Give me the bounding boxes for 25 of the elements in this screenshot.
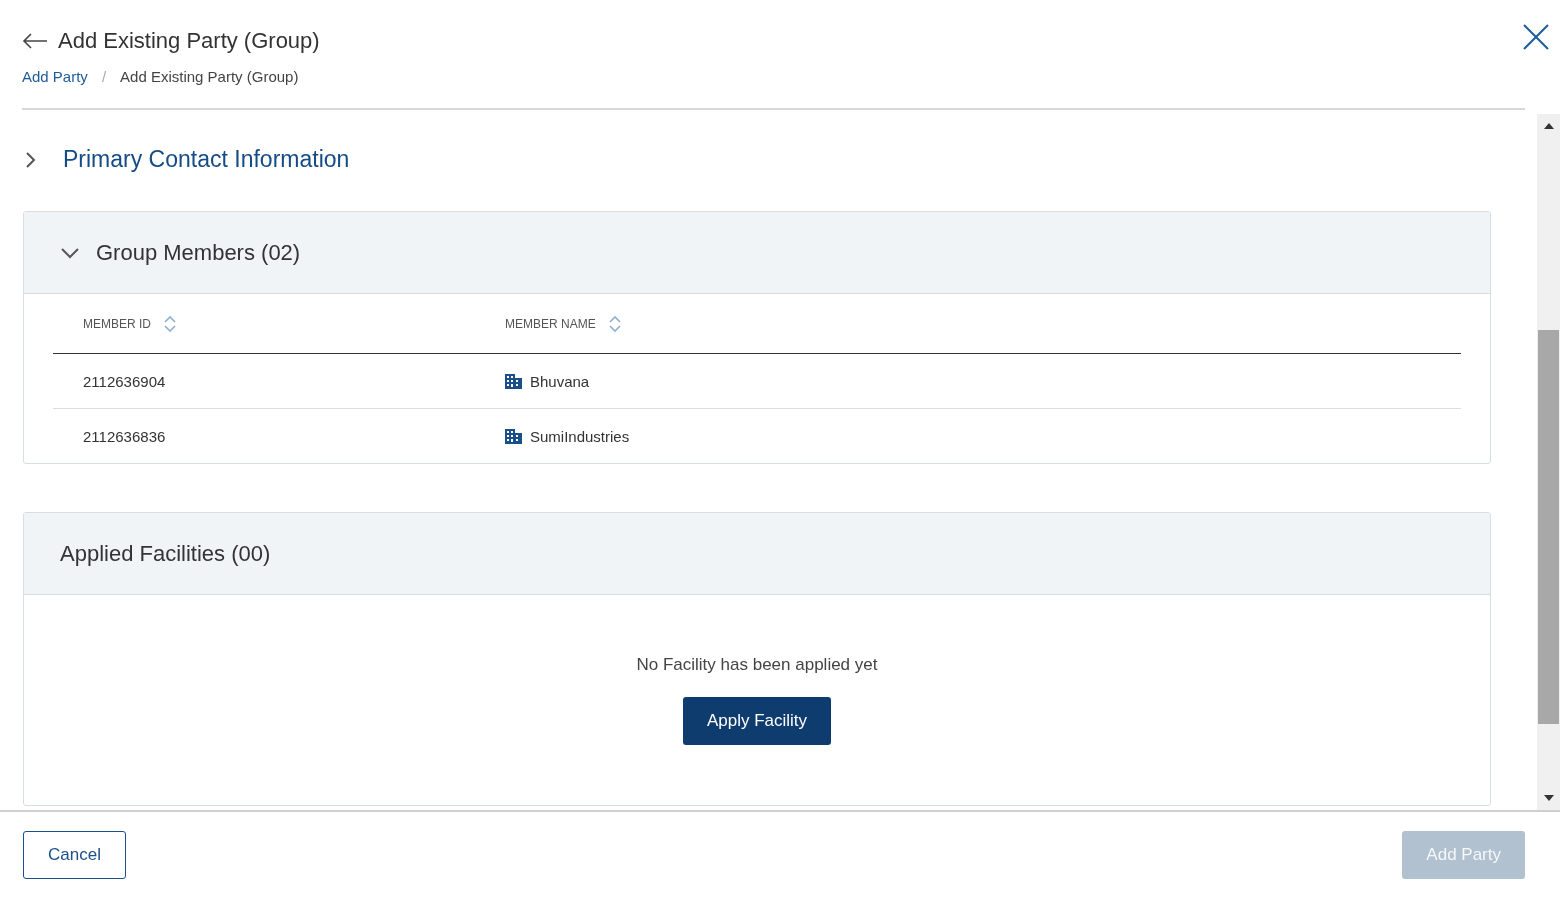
back-arrow-icon[interactable] (22, 33, 48, 49)
breadcrumb-current: Add Existing Party (Group) (120, 68, 299, 85)
section-toggle[interactable]: Primary Contact Information (25, 146, 350, 173)
building-icon (505, 373, 522, 389)
close-icon[interactable] (1523, 24, 1549, 50)
scroll-down-icon[interactable] (1542, 794, 1555, 802)
empty-message: No Facility has been applied yet (636, 655, 878, 675)
page-title: Add Existing Party (Group) (58, 28, 321, 54)
member-id-cell: 2112636836 (83, 427, 166, 445)
breadcrumb-link[interactable]: Add Party (22, 68, 88, 85)
chevron-icon (25, 150, 37, 169)
column-header: MEMBER ID (83, 316, 151, 331)
scroll-up-icon[interactable] (1542, 122, 1555, 130)
section-title: Applied Facilities (00) (60, 540, 271, 567)
chevron-icon (60, 246, 80, 259)
member-name-cell: SumiIndustries (530, 427, 630, 445)
member-id-cell: 2112636904 (83, 372, 166, 390)
building-icon (505, 428, 522, 444)
apply-facility-button[interactable]: Apply Facility (682, 697, 832, 745)
member-name-cell: Bhuvana (530, 372, 590, 390)
breadcrumb-separator: / (101, 68, 107, 85)
column-header: MEMBER NAME (505, 316, 596, 331)
scrollbar[interactable] (1537, 114, 1560, 810)
cancel-button[interactable]: Cancel (23, 831, 126, 879)
group-members-header[interactable]: Group Members (02) (24, 212, 1490, 294)
